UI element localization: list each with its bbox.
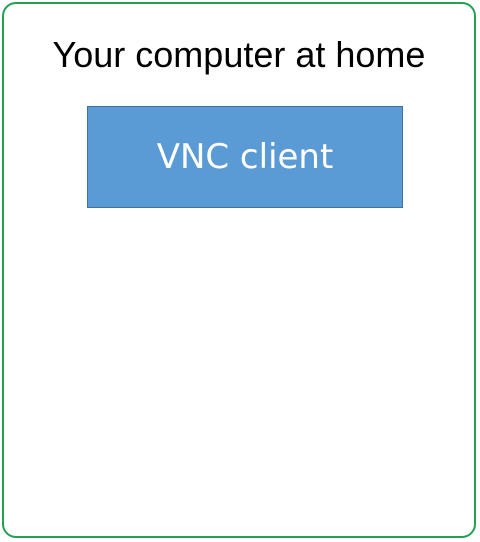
home-computer-title: Your computer at home xyxy=(52,34,426,75)
vnc-client-box: VNC client xyxy=(87,106,403,208)
home-computer-container: Your computer at home VNC client xyxy=(2,2,476,538)
vnc-client-label: VNC client xyxy=(156,137,334,177)
